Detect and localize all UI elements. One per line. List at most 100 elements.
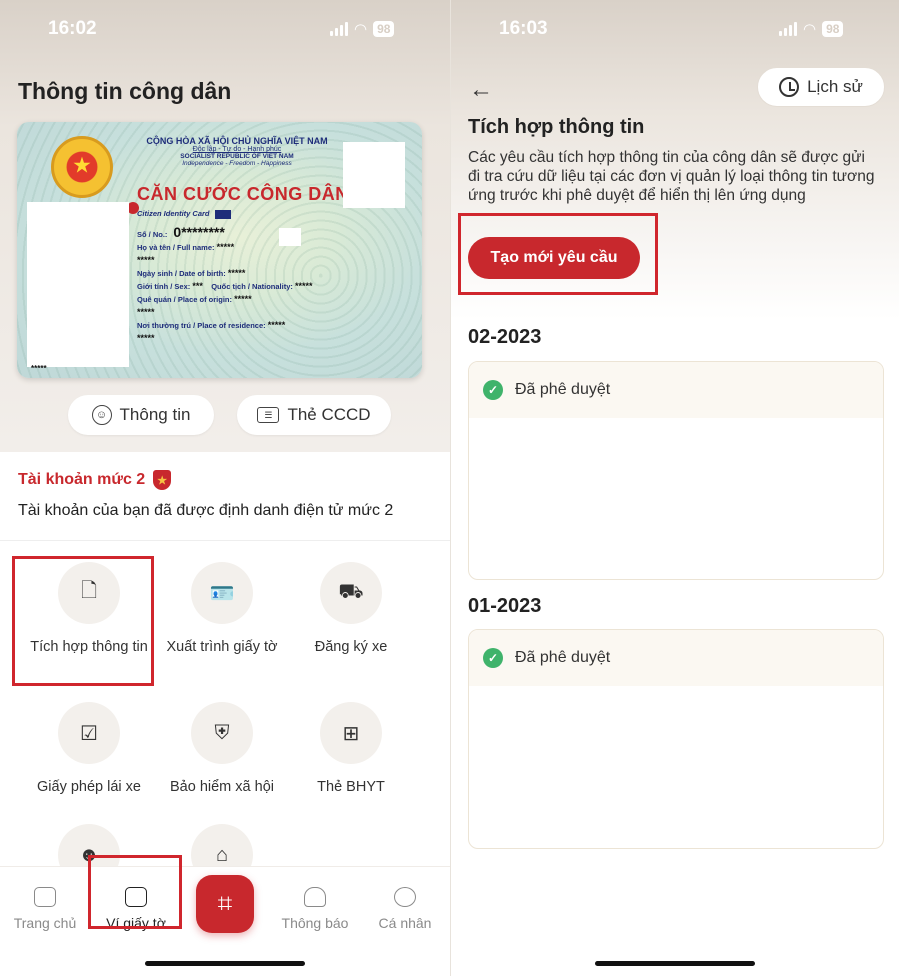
history-button-label: Lịch sử xyxy=(807,77,863,96)
info-button-label: Thông tin xyxy=(119,405,191,424)
name-value-2: ***** xyxy=(137,255,155,265)
origin-value: ***** xyxy=(234,294,252,304)
shield-plus-icon: ⛨ xyxy=(191,702,253,764)
left-screen: 16:02 ◠ 98 Thông tin công dân ★ CỘNG HÒA… xyxy=(0,0,450,976)
system-icons: ◠ 98 xyxy=(330,20,395,38)
scan-button[interactable]: ⌗ xyxy=(196,875,254,933)
verified-shield-icon: ★ xyxy=(153,470,172,490)
home-icon xyxy=(34,887,56,907)
history-clock-icon xyxy=(779,77,800,97)
tile-vehicle-registration[interactable]: ⛟ Đăng ký xe xyxy=(286,562,416,657)
dob-value: ***** xyxy=(227,268,246,278)
sex-value: *** xyxy=(192,281,203,291)
card-subtitle: Citizen Identity Card xyxy=(137,209,231,219)
tile-present-documents[interactable]: 🪪 Xuất trình giấy tờ xyxy=(157,562,287,657)
cccd-card-button[interactable]: ☰ Thẻ CCCD xyxy=(237,395,391,435)
battery-icon: 98 xyxy=(373,21,395,37)
nationality-label: Quốc tịch / Nationality: xyxy=(211,282,293,291)
citizen-id-card[interactable]: ★ CỘNG HÒA XÃ HỘI CHỦ NGHĨA VIỆT NAM Độc… xyxy=(17,122,422,378)
status-bar: 16:02 ◠ 98 xyxy=(0,0,450,60)
origin-label: Quê quán / Place of origin: xyxy=(137,295,233,304)
status-label: Đã phê duyệt xyxy=(515,381,611,398)
card-title: CĂN CƯỚC CÔNG DÂN xyxy=(137,184,349,204)
divider xyxy=(0,540,450,541)
check-circle-icon: ✓ xyxy=(483,648,503,668)
redacted-photo xyxy=(27,202,129,367)
tile-health-insurance[interactable]: ⊞ Thẻ BHYT xyxy=(286,702,416,797)
status-bar: 16:03 ◠ 98 xyxy=(451,0,899,60)
battery-icon: 98 xyxy=(822,21,844,37)
tab-profile[interactable]: Cá nhân xyxy=(365,887,445,931)
redacted-small xyxy=(279,228,301,246)
bell-icon xyxy=(304,887,326,907)
history-button[interactable]: Lịch sử xyxy=(757,67,885,107)
card-header-line4: Independence - Freedom - Happiness xyxy=(182,160,292,167)
tab-notifications[interactable]: Thông báo xyxy=(275,887,355,931)
account-level-label: Tài khoản mức 2 xyxy=(18,471,146,488)
id-card-hand-icon: 🪪 xyxy=(191,562,253,624)
wifi-icon: ◠ xyxy=(803,21,817,38)
account-level-desc: Tài khoản của bạn đã được định danh điện… xyxy=(18,502,394,519)
health-card-icon: ⊞ xyxy=(320,702,382,764)
residence-label: Nơi thường trú / Place of residence: xyxy=(137,321,266,330)
tab-home[interactable]: Trang chủ xyxy=(5,887,85,931)
no-label: Số / No.: xyxy=(137,230,168,239)
scan-icon: ⌗ xyxy=(217,888,233,918)
id-card-icon: ☰ xyxy=(257,407,280,423)
redacted-block xyxy=(343,142,405,208)
origin-value-2: ***** xyxy=(137,307,155,317)
license-icon: ☑ xyxy=(58,702,120,764)
card-header: CỘNG HÒA XÃ HỘI CHỦ NGHĨA VIỆT NAM Độc l… xyxy=(137,136,337,167)
tab-profile-label: Cá nhân xyxy=(378,915,432,931)
home-indicator xyxy=(145,961,305,966)
status-time: 16:02 xyxy=(48,18,97,39)
national-emblem-icon: ★ xyxy=(51,136,113,198)
card-header-line1: CỘNG HÒA XÃ HỘI CHỦ NGHĨA VIỆT NAM xyxy=(146,136,328,146)
tab-notifications-label: Thông báo xyxy=(281,915,349,931)
tile-label: Thẻ BHYT xyxy=(317,779,385,795)
highlight-box xyxy=(12,556,154,686)
home-indicator xyxy=(595,961,755,966)
signal-icon xyxy=(330,22,348,36)
tile-label: Giấy phép lái xe xyxy=(37,779,141,795)
info-button[interactable]: ☺ Thông tin xyxy=(68,395,214,435)
highlight-box xyxy=(88,855,182,929)
page-description: Các yêu cầu tích hợp thông tin của công … xyxy=(468,149,875,204)
tab-home-label: Trang chủ xyxy=(13,915,77,931)
bottom-tab-bar: Trang chủ Ví giấy tờ ⌗ Thông báo Cá nhân xyxy=(0,855,450,976)
status-label: Đã phê duyệt xyxy=(515,649,611,666)
tile-label: Đăng ký xe xyxy=(314,639,388,655)
highlight-box xyxy=(458,213,658,295)
card-subtitle-text: Citizen Identity Card xyxy=(137,209,210,218)
name-value: ***** xyxy=(216,242,235,252)
status-time: 16:03 xyxy=(499,18,548,39)
card-header-line3: SOCIALIST REPUBLIC OF VIET NAM xyxy=(180,153,294,160)
page-title: Tích hợp thông tin xyxy=(468,116,645,138)
system-icons: ◠ 98 xyxy=(779,20,844,38)
car-icon: ⛟ xyxy=(320,562,382,624)
dob-label: Ngày sinh / Date of birth: xyxy=(137,269,226,278)
card-corner-value: ***** xyxy=(31,364,47,373)
request-status-row: ✓ Đã phê duyệt xyxy=(469,362,883,418)
right-screen: 16:03 ◠ 98 ← Lịch sử Tích hợp thông tin … xyxy=(450,0,899,976)
card-header-line2: Độc lập - Tự do - Hạnh phúc xyxy=(192,146,282,153)
sex-label: Giới tính / Sex: xyxy=(137,282,191,291)
request-card[interactable]: ✓ Đã phê duyệt xyxy=(468,629,884,849)
user-icon xyxy=(394,887,416,907)
residence-value: ***** xyxy=(267,320,286,330)
tile-social-insurance[interactable]: ⛨ Bảo hiểm xã hội xyxy=(157,702,287,797)
account-level-title: Tài khoản mức 2 ★ xyxy=(18,470,172,490)
wifi-icon: ◠ xyxy=(354,21,368,38)
nationality-value: ***** xyxy=(295,281,313,291)
cccd-card-button-label: Thẻ CCCD xyxy=(287,405,371,424)
month-header: 01-2023 xyxy=(468,595,542,617)
tile-label: Xuất trình giấy tờ xyxy=(166,639,278,655)
back-arrow-icon[interactable]: ← xyxy=(469,76,493,104)
request-status-row: ✓ Đã phê duyệt xyxy=(469,630,883,686)
name-label: Họ và tên / Full name: xyxy=(137,243,215,252)
request-card[interactable]: ✓ Đã phê duyệt xyxy=(468,361,884,580)
month-header: 02-2023 xyxy=(468,326,542,348)
tile-driving-license[interactable]: ☑ Giấy phép lái xe xyxy=(24,702,154,797)
no-value: 0******** xyxy=(173,224,225,240)
check-circle-icon: ✓ xyxy=(483,380,503,400)
